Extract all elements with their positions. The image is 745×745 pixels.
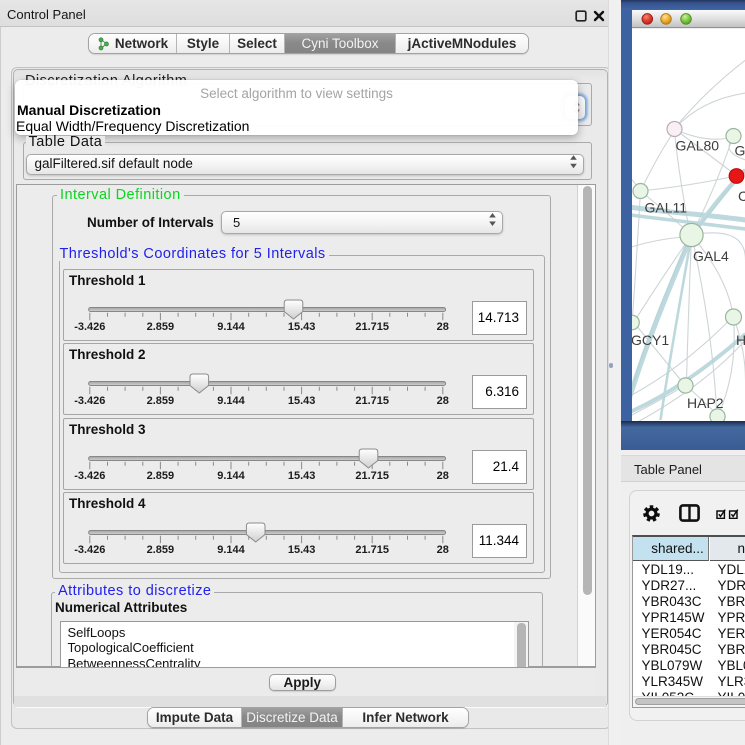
svg-text:GA: GA bbox=[734, 143, 745, 159]
svg-text:GAL11: GAL11 bbox=[644, 200, 687, 216]
svg-text:GAL80: GAL80 bbox=[675, 138, 719, 154]
svg-text:GCY1: GCY1 bbox=[632, 332, 669, 348]
svg-text:CY: CY bbox=[738, 188, 745, 204]
svg-text:HIS4: HIS4 bbox=[736, 332, 745, 348]
svg-text:HAP2: HAP2 bbox=[687, 395, 724, 411]
svg-text:GAL4: GAL4 bbox=[693, 248, 729, 264]
